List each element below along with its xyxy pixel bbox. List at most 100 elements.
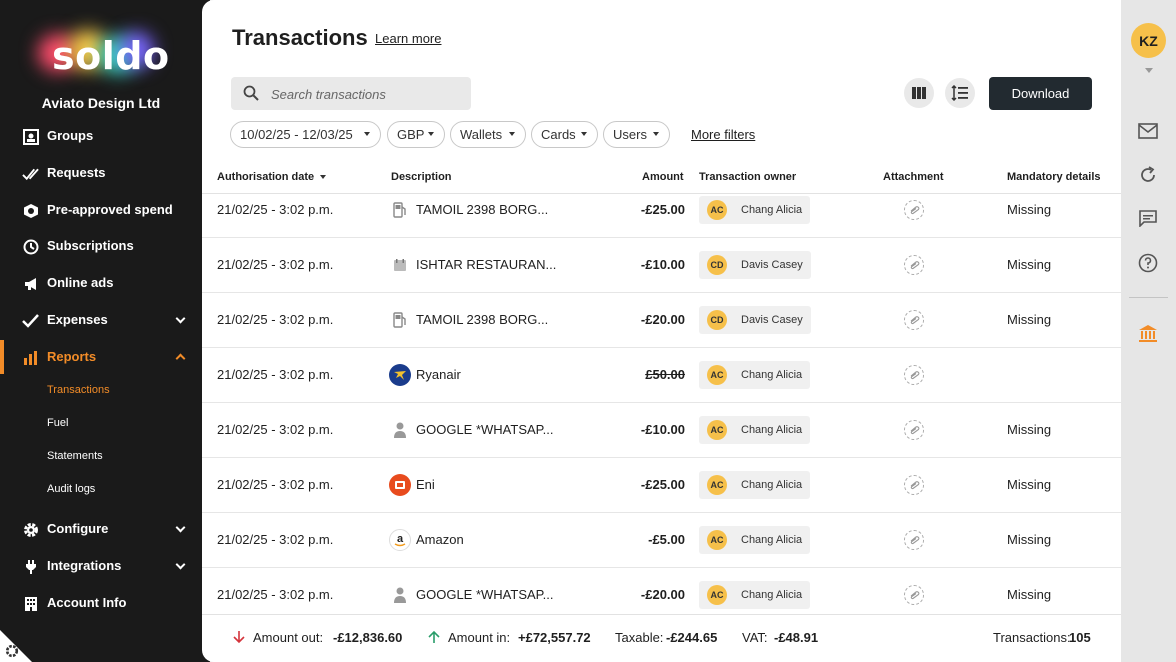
- amount-out-label: Amount out:: [253, 630, 324, 645]
- row-owner-chip[interactable]: CD Davis Casey: [699, 306, 811, 334]
- table-row[interactable]: 21/02/25 - 3:02 p.m. TAMOIL 2398 BORG... -…: [202, 194, 1121, 238]
- users-filter[interactable]: Users: [603, 121, 670, 148]
- row-date: 21/02/25 - 3:02 p.m.: [217, 257, 334, 272]
- table-row[interactable]: 21/02/25 - 3:02 p.m. a Amazon -£5.00 AC Chang…: [202, 513, 1121, 568]
- soldo-logo[interactable]: soldo: [20, 26, 169, 82]
- table-row[interactable]: 21/02/25 - 3:02 p.m. TAMOIL 2398 BORG... -…: [202, 293, 1121, 348]
- cards-filter[interactable]: Cards: [531, 121, 598, 148]
- subnav-audit-logs[interactable]: Audit logs: [47, 483, 95, 495]
- learn-more-link[interactable]: Learn more: [375, 31, 441, 46]
- amount-out-value: -£12,836.60: [333, 630, 403, 645]
- owner-name: Chang Alicia: [741, 534, 803, 546]
- subnav-transactions[interactable]: Transactions: [47, 384, 110, 396]
- row-owner-chip[interactable]: AC Chang Alicia: [699, 416, 811, 444]
- nav-label: Reports: [47, 349, 97, 364]
- table-row[interactable]: 21/02/25 - 3:02 p.m. ISHTAR RESTAURAN... -…: [202, 238, 1121, 293]
- user-avatar[interactable]: KZ: [1131, 23, 1166, 58]
- attachment-icon[interactable]: [904, 255, 924, 275]
- row-date: 21/02/25 - 3:02 p.m.: [217, 202, 334, 217]
- owner-name: Davis Casey: [741, 259, 803, 271]
- owner-avatar: AC: [707, 200, 727, 220]
- person-icon: [389, 584, 411, 606]
- search-input[interactable]: [271, 84, 461, 104]
- row-date: 21/02/25 - 3:02 p.m.: [217, 587, 334, 602]
- megaphone-icon: [22, 275, 39, 292]
- nav-reports[interactable]: Reports: [0, 340, 202, 374]
- table-row[interactable]: 21/02/25 - 3:02 p.m. Ryanair £50.00 AC Chang…: [202, 348, 1121, 403]
- owner-name: Davis Casey: [741, 314, 803, 326]
- row-mandatory-status: Missing: [1007, 532, 1052, 547]
- row-mandatory-status: Missing: [1007, 477, 1052, 492]
- table-row[interactable]: 21/02/25 - 3:02 p.m. Eni -£25.00 AC Chang Al…: [202, 458, 1121, 513]
- table-row[interactable]: 21/02/25 - 3:02 p.m. GOOGLE *WHATSAP... -£…: [202, 403, 1121, 458]
- row-description: TAMOIL 2398 BORG...: [416, 202, 549, 217]
- attachment-icon[interactable]: [904, 420, 924, 440]
- nav-requests[interactable]: Requests: [0, 156, 202, 190]
- download-button[interactable]: Download: [989, 77, 1092, 110]
- nav-integrations[interactable]: Integrations: [0, 549, 202, 583]
- bank-icon[interactable]: [1137, 322, 1159, 344]
- nav-pre-approved-spend[interactable]: Pre-approved spend: [0, 193, 202, 227]
- settings-corner[interactable]: [0, 630, 32, 662]
- attachment-icon[interactable]: [904, 530, 924, 550]
- help-icon[interactable]: [1137, 252, 1159, 274]
- wallets-filter[interactable]: Wallets: [450, 121, 526, 148]
- row-owner-chip[interactable]: CD Davis Casey: [699, 251, 811, 279]
- attachment-icon[interactable]: [904, 310, 924, 330]
- arrow-up-icon: [428, 630, 440, 647]
- row-description: Amazon: [416, 532, 464, 547]
- nav-configure[interactable]: Configure: [0, 512, 202, 546]
- caret-down-icon[interactable]: [1145, 68, 1153, 73]
- subnav-fuel[interactable]: Fuel: [47, 417, 68, 429]
- taxable-value: -£244.65: [666, 630, 718, 645]
- refresh-icon[interactable]: [1137, 164, 1159, 186]
- density-button[interactable]: [945, 78, 975, 108]
- search-box[interactable]: [231, 77, 471, 110]
- nav-subscriptions[interactable]: Subscriptions: [0, 229, 202, 263]
- nav-label: Expenses: [47, 312, 108, 327]
- columns-view-button[interactable]: [904, 78, 934, 108]
- nav-account-info[interactable]: Account Info: [0, 586, 202, 620]
- totals-footer: Amount out: -£12,836.60 Amount in: +£72,…: [202, 614, 1121, 662]
- table-row[interactable]: 21/02/25 - 3:02 p.m. GOOGLE *WHATSAP... -£…: [202, 568, 1121, 614]
- company-name: Aviato Design Ltd: [41, 95, 161, 111]
- column-header-date[interactable]: Authorisation date: [217, 171, 327, 183]
- row-owner-chip[interactable]: AC Chang Alicia: [699, 361, 811, 389]
- arrow-down-icon: [233, 630, 245, 647]
- row-amount: -£25.00: [640, 477, 685, 492]
- attachment-icon[interactable]: [904, 475, 924, 495]
- row-owner-chip[interactable]: AC Chang Alicia: [699, 526, 811, 554]
- nav-expenses[interactable]: Expenses: [0, 303, 202, 337]
- subnav-statements[interactable]: Statements: [47, 450, 103, 462]
- columns-icon: [912, 87, 926, 99]
- owner-avatar: CD: [707, 255, 727, 275]
- row-amount: -£5.00: [648, 532, 685, 547]
- row-description: TAMOIL 2398 BORG...: [416, 312, 549, 327]
- nav-groups[interactable]: Groups: [0, 119, 202, 153]
- row-owner-chip[interactable]: AC Chang Alicia: [699, 196, 811, 224]
- chat-icon[interactable]: [1137, 207, 1159, 229]
- attachment-icon[interactable]: [904, 365, 924, 385]
- plug-icon: [22, 558, 39, 575]
- wallets-filter-label: Wallets: [460, 127, 503, 142]
- attachment-icon[interactable]: [904, 585, 924, 605]
- nav-label: Pre-approved spend: [47, 202, 173, 217]
- row-owner-chip[interactable]: AC Chang Alicia: [699, 581, 811, 609]
- row-owner-chip[interactable]: AC Chang Alicia: [699, 471, 811, 499]
- nav-label: Online ads: [47, 275, 114, 290]
- caret-down-icon: [428, 132, 434, 136]
- date-filter[interactable]: 10/02/25 - 12/03/25: [230, 121, 381, 148]
- row-description: GOOGLE *WHATSAP...: [416, 587, 554, 602]
- column-header-date-label: Authorisation date: [217, 171, 315, 183]
- search-icon: [243, 85, 259, 101]
- owner-avatar: AC: [707, 530, 727, 550]
- more-filters-link[interactable]: More filters: [691, 127, 755, 142]
- owner-avatar: AC: [707, 420, 727, 440]
- row-amount: -£20.00: [640, 312, 685, 327]
- row-amount: -£20.00: [640, 587, 685, 602]
- mail-icon[interactable]: [1137, 120, 1159, 142]
- attachment-icon[interactable]: [904, 200, 924, 220]
- currency-filter[interactable]: GBP: [387, 121, 445, 148]
- nav-online-ads[interactable]: Online ads: [0, 266, 202, 300]
- column-header-description: Description: [391, 171, 452, 183]
